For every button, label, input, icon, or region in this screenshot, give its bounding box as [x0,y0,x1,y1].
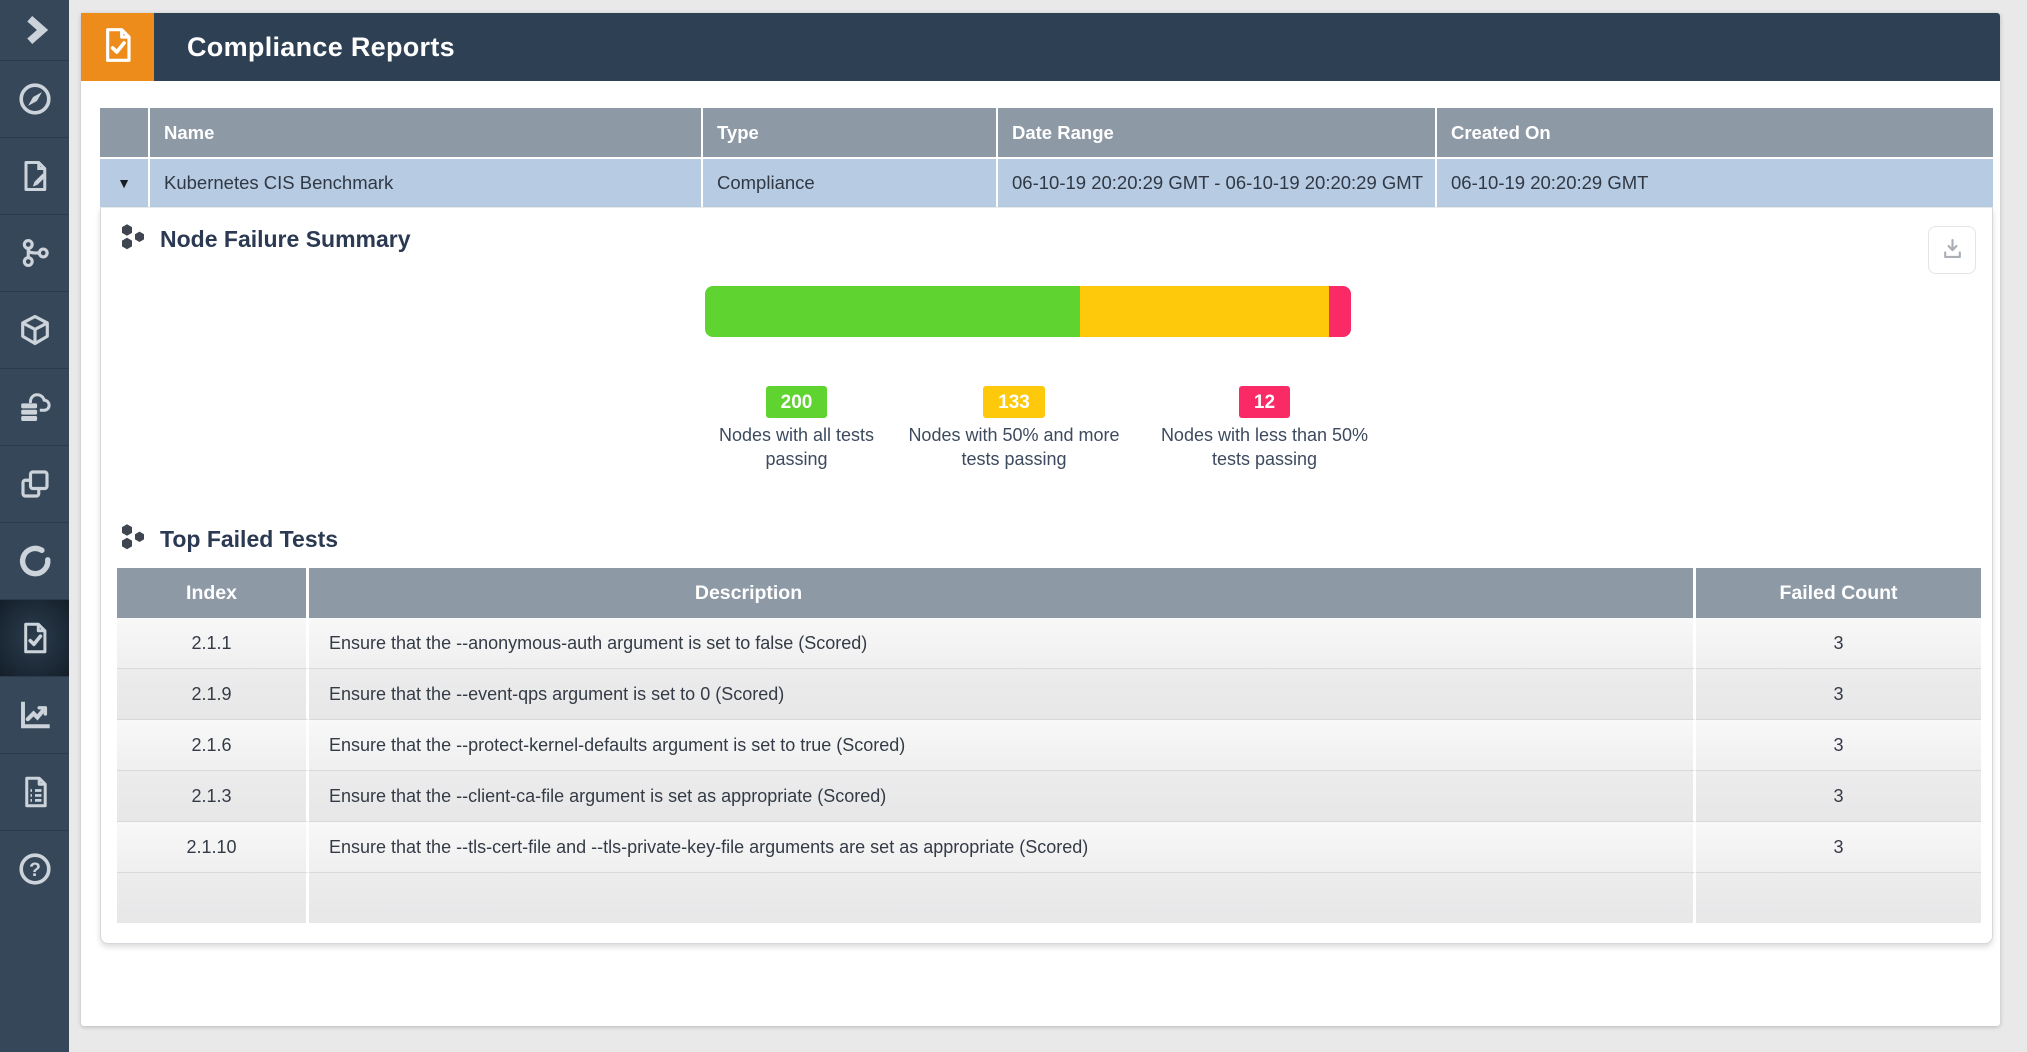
reports-table-header-row: Name Type Date Range Created On [100,108,1993,157]
report-type-cell: Compliance [703,157,998,209]
sidebar-item-workloads[interactable] [0,291,69,368]
sidebar-item-report-list[interactable] [0,753,69,830]
node-failure-summary-heading: Node Failure Summary [118,222,411,257]
test-failed-count-cell: 3 [1696,618,1981,668]
test-index-cell: 2.1.9 [117,668,309,719]
row-expander-icon[interactable]: ▼ [100,157,150,209]
test-description-cell: Ensure that the --protect-kernel-default… [309,719,1696,770]
document-edit-icon [17,158,53,194]
legend-item: 133 Nodes with 50% and more tests passin… [894,386,1134,472]
sidebar-item-cloud-data[interactable] [0,368,69,445]
report-detail-panel: Node Failure Summary 200 Nodes with all … [100,207,1993,944]
document-check-icon [17,620,53,656]
legend-label: Nodes with all tests passing [709,424,884,472]
page-header: Compliance Reports [81,13,2000,81]
sidebar-item-metrics[interactable] [0,676,69,753]
col-name: Name [150,108,703,157]
failed-test-row: 2.1.6 Ensure that the --protect-kernel-d… [117,719,1981,770]
svg-text:?: ? [29,859,41,881]
section-title: Top Failed Tests [160,526,338,553]
report-date-range-cell: 06-10-19 20:20:29 GMT - 06-10-19 20:20:2… [998,157,1437,209]
failed-test-row: 2.1.3 Ensure that the --client-ca-file a… [117,770,1981,821]
legend-value-badge: 12 [1239,386,1290,418]
compliance-reports-table: Name Type Date Range Created On ▼ Kubern… [100,108,1993,209]
bar-segment [1080,286,1329,337]
test-description-cell: Ensure that the --tls-cert-file and --tl… [309,821,1696,872]
branch-icon [17,235,53,271]
report-row[interactable]: ▼ Kubernetes CIS Benchmark Compliance 06… [100,157,1993,209]
test-index-cell: 2.1.3 [117,770,309,821]
chevron-right-icon [17,12,53,48]
node-failure-legend: 200 Nodes with all tests passing 133 Nod… [709,386,1377,472]
report-created-on-cell: 06-10-19 20:20:29 GMT [1437,157,1993,209]
sidebar-item-activity[interactable] [0,522,69,599]
col-index: Index [117,568,309,618]
page-title: Compliance Reports [187,32,455,63]
line-chart-icon [17,697,53,733]
cube-icon [17,312,53,348]
failed-test-row: 2.1.10 Ensure that the --tls-cert-file a… [117,821,1981,872]
sidebar-item-explore[interactable] [0,60,69,137]
legend-value-badge: 133 [983,386,1045,418]
legend-item: 200 Nodes with all tests passing [709,386,884,472]
test-failed-count-cell: 3 [1696,770,1981,821]
test-index-cell: 2.1.10 [117,821,309,872]
legend-label: Nodes with less than 50% tests passing [1152,424,1377,472]
col-created-on: Created On [1437,108,1993,157]
test-description-cell: Ensure that the --anonymous-auth argumen… [309,618,1696,668]
sidebar: ? [0,0,69,1052]
report-name-cell: Kubernetes CIS Benchmark [150,157,703,209]
failed-test-row: 2.1.1 Ensure that the --anonymous-auth a… [117,618,1981,668]
col-description: Description [309,568,1696,618]
hexagon-nodes-icon [118,222,148,257]
sidebar-item-help[interactable]: ? [0,830,69,907]
legend-item: 12 Nodes with less than 50% tests passin… [1152,386,1377,472]
test-description-cell: Ensure that the --client-ca-file argumen… [309,770,1696,821]
overlapping-squares-icon [17,466,53,502]
col-expander [100,108,150,157]
col-type: Type [703,108,998,157]
test-index-cell: 2.1.6 [117,719,309,770]
section-title: Node Failure Summary [160,226,411,253]
test-description-cell: Ensure that the --event-qps argument is … [309,668,1696,719]
node-failure-stacked-bar [705,286,1351,337]
hexagon-nodes-icon [118,522,148,557]
content-card: Compliance Reports Name Type Date Range … [81,13,2000,1026]
test-failed-count-cell: 3 [1696,719,1981,770]
sidebar-item-windows[interactable] [0,445,69,522]
compass-icon [17,81,53,117]
download-icon [1939,235,1966,265]
col-date-range: Date Range [998,108,1437,157]
test-failed-count-cell: 3 [1696,821,1981,872]
failed-tests-header-row: Index Description Failed Count [117,568,1981,618]
sidebar-item-report-edit[interactable] [0,137,69,214]
failed-test-row: 2.1.9 Ensure that the --event-qps argume… [117,668,1981,719]
bar-segment [1329,286,1351,337]
col-failed-count: Failed Count [1696,568,1981,618]
sidebar-item-expand[interactable] [0,0,69,60]
legend-label: Nodes with 50% and more tests passing [894,424,1134,472]
refresh-icon [17,543,53,579]
document-check-icon [98,25,138,70]
top-failed-tests-heading: Top Failed Tests [118,522,338,557]
empty-row [117,872,1981,923]
sidebar-item-topology[interactable] [0,214,69,291]
legend-value-badge: 200 [766,386,828,418]
question-mark-icon: ? [17,851,53,887]
top-failed-tests-table: Index Description Failed Count 2.1.1 Ens… [117,568,1981,923]
compliance-header-icon-box [81,13,154,81]
test-index-cell: 2.1.1 [117,618,309,668]
document-list-icon [17,774,53,810]
download-report-button[interactable] [1928,226,1976,274]
sidebar-item-compliance[interactable] [0,599,69,676]
cloud-database-icon [17,389,53,425]
test-failed-count-cell: 3 [1696,668,1981,719]
bar-segment [705,286,1080,337]
